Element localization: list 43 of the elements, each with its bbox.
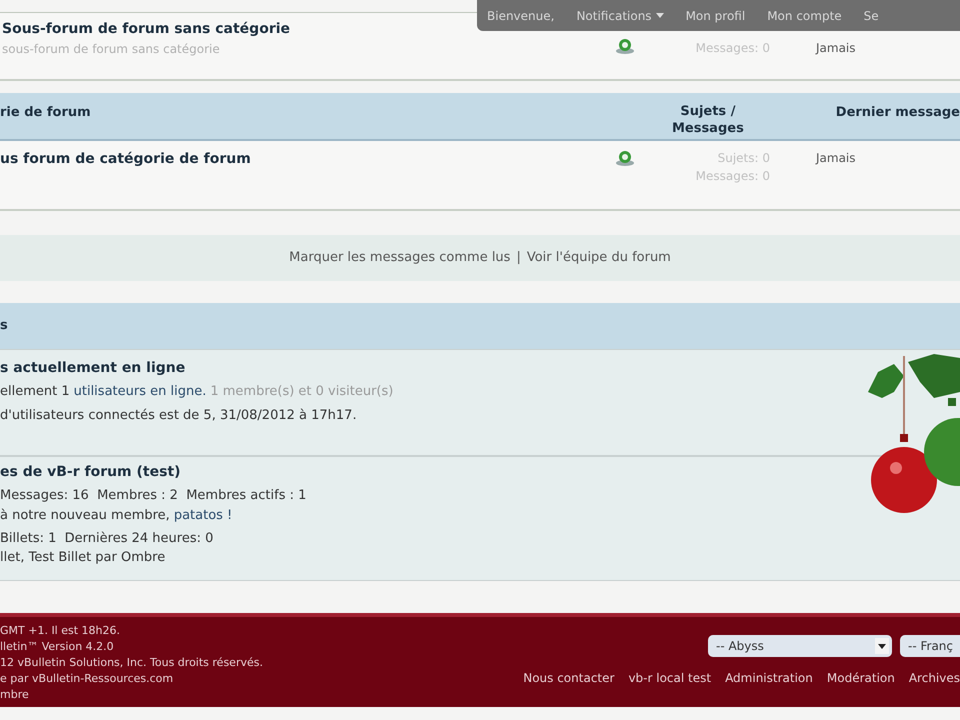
footer-link[interactable]: vb-r local test: [628, 669, 712, 687]
section-title: s: [0, 317, 8, 336]
user-menu-link[interactable]: Mon compte: [767, 6, 842, 24]
footer-text: 12 vBulletin Solutions, Inc. Tous droits réservés.: [0, 655, 264, 671]
greeting-label: Bienvenue,: [487, 8, 554, 24]
latest-blog-text: llet, Test Billet par Ombre: [0, 549, 166, 567]
forum-status-icon: [614, 37, 636, 55]
forum-status-icon: [614, 149, 636, 167]
online-users-link[interactable]: utilisateurs en ligne.: [74, 380, 206, 404]
footer-link[interactable]: Archives: [908, 669, 960, 687]
online-detail-text: 1 membre(s) et 0 visiteur(s): [210, 383, 394, 401]
record-text: d'utilisateurs connectés est de 5, 31/08/2012 à 17h17.: [0, 407, 358, 425]
blog-stats-text: Billets: 1 Dernières 24 heures: 0: [0, 530, 214, 548]
last-post-text: Jamais: [814, 40, 856, 57]
user-menu-link[interactable]: Mon profil: [686, 6, 746, 24]
member-link[interactable]: patatos !: [174, 507, 232, 525]
footer-link[interactable]: Nous contacter: [523, 669, 614, 687]
footer-link[interactable]: Modération: [826, 669, 895, 687]
footer-link[interactable]: Administration: [725, 669, 813, 687]
column-header: Sujets / Messages: [670, 103, 745, 138]
category-title[interactable]: rie de forum: [0, 103, 668, 139]
footer-text: e par vBulletin-Ressources.com: [0, 671, 174, 687]
select-field[interactable]: -- Abyss: [708, 635, 892, 657]
last-post-text: Jamais: [814, 150, 856, 167]
forum-description: sous-forum de forum sans catégorie: [2, 41, 221, 58]
block-heading: es de vB-r forum (test): [0, 463, 182, 482]
column-header: Dernier message: [834, 104, 960, 122]
block-heading: s actuellement en ligne: [0, 359, 186, 378]
user-menu-link[interactable]: Notifications: [576, 6, 664, 24]
forum-team-link[interactable]: Voir l'équipe du forum: [526, 248, 671, 268]
welcome-text: à notre nouveau membre,: [0, 507, 170, 525]
mark-read-link[interactable]: Marquer les messages comme lus: [289, 248, 510, 268]
separator-text: |: [516, 249, 521, 268]
footer-text: mbre: [0, 687, 30, 703]
footer-text: GMT +1. Il est 18h26.: [0, 623, 122, 639]
stats-text: Messages: 16 Membres : 2 Membres actifs : 1: [0, 487, 308, 505]
select-field[interactable]: -- Franç: [900, 635, 960, 657]
online-text: ellement 1: [0, 383, 70, 401]
forum-title[interactable]: Sous-forum de forum sans catégorie: [2, 19, 290, 40]
footer-text: lletin™ Version 4.2.0: [0, 639, 115, 655]
user-menu-link[interactable]: Se: [864, 6, 879, 24]
caret-icon: [656, 13, 664, 18]
forum-title[interactable]: us forum de catégorie de forum: [0, 149, 600, 209]
